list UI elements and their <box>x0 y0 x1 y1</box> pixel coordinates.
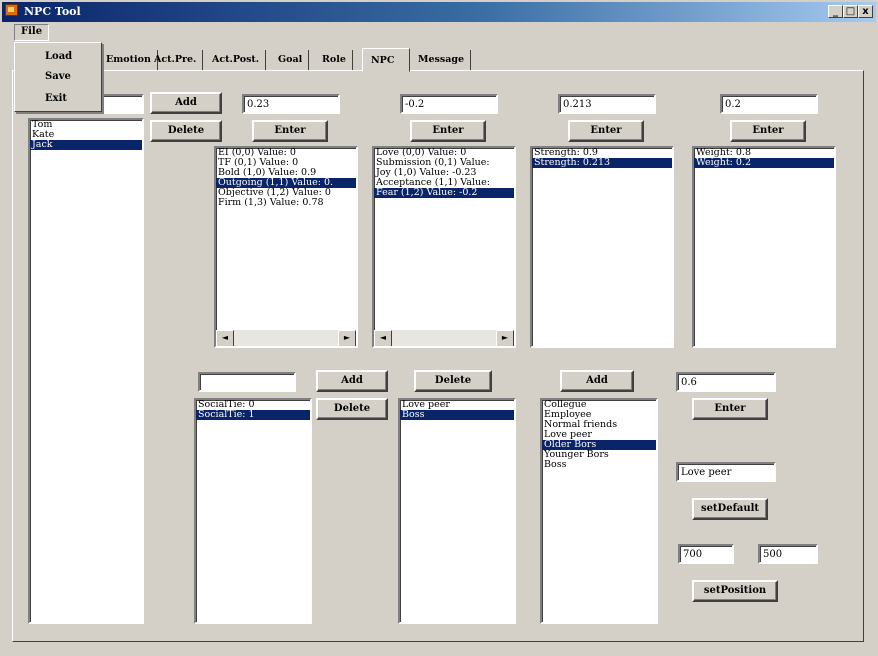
delete-social-tie-button[interactable]: Delete <box>316 398 388 420</box>
emotion-value-input[interactable]: -0.2 <box>400 94 498 114</box>
weight-list[interactable]: Weight: 0.8 Weight: 0.2 <box>692 146 836 348</box>
tie-item[interactable]: Love peer <box>400 400 514 410</box>
personality-item-selected[interactable]: Outgoing (1,1) Value: 0. <box>216 178 356 188</box>
set-default-button[interactable]: setDefault <box>692 498 768 520</box>
social-tie-list[interactable]: SocialTie: 0 SocialTie: 1 <box>194 398 312 624</box>
weight-enter-button[interactable]: Enter <box>730 120 806 142</box>
menu-item-save[interactable]: Save <box>45 71 71 82</box>
relation-item[interactable]: Love peer <box>542 430 656 440</box>
title-bar: NPC Tool _ □ x <box>2 2 876 22</box>
horizontal-scrollbar[interactable]: ◄ ► <box>374 330 514 346</box>
personality-enter-button[interactable]: Enter <box>252 120 328 142</box>
npc-list-item-selected[interactable]: Jack <box>30 140 142 150</box>
personality-item[interactable]: TF (0,1) Value: 0 <box>216 158 356 168</box>
weight-item-selected[interactable]: Weight: 0.2 <box>694 158 834 168</box>
set-position-button[interactable]: setPosition <box>692 580 778 602</box>
relation-item[interactable]: Collegue <box>542 400 656 410</box>
emotion-enter-button[interactable]: Enter <box>410 120 486 142</box>
npc-list[interactable]: Tom Kate Jack <box>28 118 144 624</box>
menu-item-exit[interactable]: Exit <box>45 93 67 104</box>
personality-item[interactable]: Firm (1,3) Value: 0.78 <box>216 198 356 208</box>
relation-name-input[interactable]: Love peer <box>676 462 776 482</box>
scroll-right-icon[interactable]: ► <box>338 330 356 346</box>
menu-bar <box>2 22 876 42</box>
social-tie-input[interactable] <box>198 372 296 392</box>
emotion-item[interactable]: Joy (1,0) Value: -0.23 <box>374 168 514 178</box>
tab-act-pre[interactable]: Act.Pre. <box>148 50 204 70</box>
tab-message[interactable]: Message <box>412 50 472 70</box>
personality-item[interactable]: EI (0,0) Value: 0 <box>216 148 356 158</box>
position-x-input[interactable]: 700 <box>678 544 734 564</box>
close-button[interactable]: x <box>858 5 873 18</box>
strength-item-selected[interactable]: Strength: 0.213 <box>532 158 672 168</box>
delete-npc-button[interactable]: Delete <box>150 120 222 142</box>
emotion-list[interactable]: Love (0,0) Value: 0 Submission (0,1) Val… <box>372 146 516 348</box>
npc-list-item[interactable]: Tom <box>30 120 142 130</box>
emotion-item[interactable]: Love (0,0) Value: 0 <box>374 148 514 158</box>
tie-item-selected[interactable]: Boss <box>400 410 514 420</box>
emotion-item[interactable]: Acceptance (1,1) Value: <box>374 178 514 188</box>
relation-item[interactable]: Normal friends <box>542 420 656 430</box>
relation-enter-button[interactable]: Enter <box>692 398 768 420</box>
scroll-right-icon[interactable]: ► <box>496 330 514 346</box>
window-title: NPC Tool <box>24 5 81 18</box>
minimize-button[interactable]: _ <box>828 5 843 18</box>
personality-list[interactable]: EI (0,0) Value: 0 TF (0,1) Value: 0 Bold… <box>214 146 358 348</box>
npc-list-item[interactable]: Kate <box>30 130 142 140</box>
personality-item[interactable]: Objective (1,2) Value: 0 <box>216 188 356 198</box>
relation-list[interactable]: Collegue Employee Normal friends Love pe… <box>540 398 658 624</box>
weight-item[interactable]: Weight: 0.8 <box>694 148 834 158</box>
weight-value-input[interactable]: 0.2 <box>720 94 818 114</box>
horizontal-scrollbar[interactable]: ◄ ► <box>216 330 356 346</box>
emotion-item[interactable]: Submission (0,1) Value: <box>374 158 514 168</box>
tab-goal[interactable]: Goal <box>272 50 310 70</box>
menu-file[interactable]: File <box>14 24 50 41</box>
strength-item[interactable]: Strength: 0.9 <box>532 148 672 158</box>
npc-name-input[interactable] <box>100 94 144 114</box>
tab-act-post[interactable]: Act.Post. <box>206 50 267 70</box>
tab-role[interactable]: Role <box>316 50 353 70</box>
strength-list[interactable]: Strength: 0.9 Strength: 0.213 <box>530 146 674 348</box>
social-tie-item-selected[interactable]: SocialTie: 1 <box>196 410 310 420</box>
menu-item-load[interactable]: Load <box>45 51 72 62</box>
position-y-input[interactable]: 500 <box>758 544 818 564</box>
add-relation-button[interactable]: Add <box>560 370 634 392</box>
scroll-left-icon[interactable]: ◄ <box>216 330 234 346</box>
tab-npc[interactable]: NPC <box>362 48 410 72</box>
app-icon <box>5 4 18 16</box>
file-dropdown-menu: Load Save Exit <box>14 42 102 112</box>
tie-list[interactable]: Love peer Boss <box>398 398 516 624</box>
add-npc-button[interactable]: Add <box>150 92 222 114</box>
add-social-tie-button[interactable]: Add <box>316 370 388 392</box>
relation-item[interactable]: Boss <box>542 460 656 470</box>
scroll-left-icon[interactable]: ◄ <box>374 330 392 346</box>
relation-value-input[interactable]: 0.6 <box>676 372 776 392</box>
personality-value-input[interactable]: 0.23 <box>242 94 340 114</box>
emotion-item-selected[interactable]: Fear (1,2) Value: -0.2 <box>374 188 514 198</box>
app-window: NPC Tool _ □ x File Emotion Act.Pre. Act… <box>0 0 878 656</box>
restore-button[interactable]: □ <box>843 5 858 18</box>
relation-item[interactable]: Younger Bors <box>542 450 656 460</box>
delete-tie-button[interactable]: Delete <box>414 370 492 392</box>
personality-item[interactable]: Bold (1,0) Value: 0.9 <box>216 168 356 178</box>
social-tie-item[interactable]: SocialTie: 0 <box>196 400 310 410</box>
strength-enter-button[interactable]: Enter <box>568 120 644 142</box>
relation-item[interactable]: Employee <box>542 410 656 420</box>
strength-value-input[interactable]: 0.213 <box>558 94 656 114</box>
relation-item-selected[interactable]: Older Bors <box>542 440 656 450</box>
